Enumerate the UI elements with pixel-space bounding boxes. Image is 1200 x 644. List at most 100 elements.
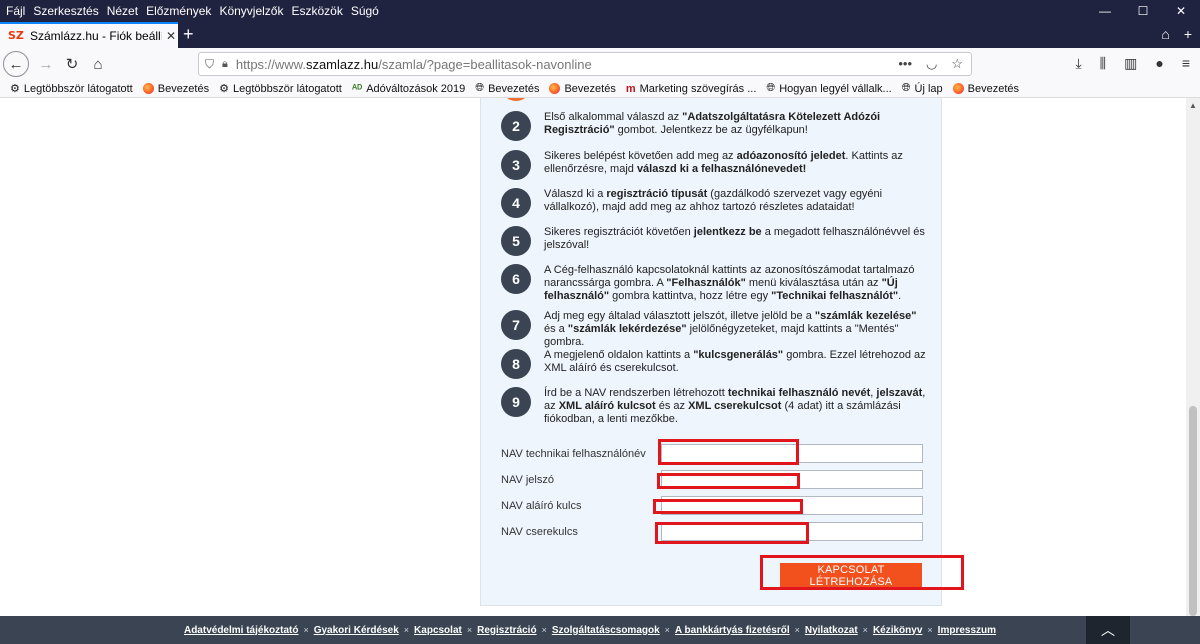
footer-separator: × xyxy=(664,625,670,635)
url-text[interactable]: https://www.szamlazz.hu/szamla/?page=bea… xyxy=(236,57,592,72)
new-tab-button[interactable]: + xyxy=(183,25,194,43)
step-text-emphasis: "Felhasználók" xyxy=(666,277,746,289)
bookmark-item[interactable]: Bevezetés xyxy=(952,83,1019,95)
page-actions-icon[interactable]: ••• xyxy=(898,56,912,72)
footer-link-privacy[interactable]: Adatvédelmi tájékoztató xyxy=(184,625,298,636)
bookmark-item[interactable]: 🌐︎ Új lap xyxy=(902,82,943,95)
step-text-emphasis: válaszd ki a felhasználónevedet! xyxy=(636,163,807,175)
step-text-emphasis: regisztráció típusát xyxy=(606,188,708,200)
step-text: Válaszd ki a regisztráció típusát (gazdá… xyxy=(544,188,929,214)
step-text-emphasis: "számlák lekérdezése" xyxy=(567,323,687,335)
footer-link-declaration[interactable]: Nyilatkozat xyxy=(805,625,858,636)
step-text-emphasis: XML aláíró kulcsot xyxy=(558,400,656,412)
reload-button[interactable]: ↻ xyxy=(59,51,85,77)
footer-link-card-payment[interactable]: A bankkártyás fizetésről xyxy=(675,625,790,636)
bookmark-item[interactable]: 🌐︎ Bevezetés xyxy=(475,82,539,95)
page-scrollbar[interactable]: ▲ xyxy=(1186,98,1200,616)
scroll-thumb[interactable] xyxy=(1189,406,1197,616)
bookmarks-bar: ⚙ Legtöbbször látogatott Bevezetés ⚙ Legtö… xyxy=(0,80,1200,98)
gear-icon: ⚙ xyxy=(219,83,229,95)
bookmark-item[interactable]: ᴬᴰ Adóváltozások 2019 xyxy=(352,83,465,95)
step-text-segment: A megjelenő oldalon kattints a xyxy=(544,349,694,361)
bookmark-item[interactable]: Bevezetés xyxy=(142,83,209,95)
lock-icon[interactable]: 🔒︎ xyxy=(222,58,228,71)
m-icon: m xyxy=(625,82,636,95)
password-label: NAV jelszó xyxy=(501,474,554,486)
step-number: 4 xyxy=(501,188,531,218)
forward-button[interactable]: → xyxy=(33,51,59,77)
step-number: 2 xyxy=(501,111,531,141)
menu-bookmarks[interactable]: Könyvjelzők xyxy=(215,4,287,18)
footer-link-manual[interactable]: Kézikönyv xyxy=(873,625,922,636)
bookmark-item[interactable]: 🌐︎ Hogyan legyél vállalk... xyxy=(766,82,891,95)
bookmark-star-icon[interactable]: ☆ xyxy=(951,56,963,72)
menu-edit[interactable]: Szerkesztés xyxy=(29,4,102,18)
url-bar[interactable]: ⛉ 🔒︎ https://www.szamlazz.hu/szamla/?pag… xyxy=(198,52,972,76)
menu-file[interactable]: Fájl xyxy=(0,4,29,18)
step-number: 7 xyxy=(501,310,531,340)
scroll-up-icon[interactable]: ▲ xyxy=(1186,98,1200,112)
add-icon[interactable]: + xyxy=(1184,26,1192,42)
highlight-box-username xyxy=(658,439,799,465)
footer-separator: × xyxy=(303,625,309,635)
step-text-segment: Adj meg egy általad választott jelszót, … xyxy=(544,310,815,322)
tracking-shield-icon[interactable]: ⛉ xyxy=(205,57,214,72)
menu-tools[interactable]: Eszközök xyxy=(287,4,346,18)
minimize-button[interactable]: — xyxy=(1086,0,1124,22)
bookmark-item[interactable]: Bevezetés xyxy=(549,83,616,95)
step-text: A megjelenő oldalon kattints a "kulcsgen… xyxy=(544,349,929,375)
footer-link-packages[interactable]: Szolgáltatáscsomagok xyxy=(552,625,660,636)
footer-link-imprint[interactable]: Impresszum xyxy=(938,625,996,636)
szamlazz-favicon-icon: SZ xyxy=(8,29,24,42)
step-text-emphasis: jelentkezz be xyxy=(693,226,762,238)
step-number: 6 xyxy=(501,264,531,294)
home-button[interactable]: ⌂ xyxy=(85,51,111,77)
step-text-segment: és az xyxy=(655,400,689,412)
footer-link-registration[interactable]: Regisztráció xyxy=(477,625,536,636)
footer-separator: × xyxy=(541,625,547,635)
globe-icon: 🌐︎ xyxy=(475,82,485,94)
step-text-segment: Első alkalommal válaszd az xyxy=(544,111,683,123)
scroll-to-top-button[interactable]: ︿ xyxy=(1086,616,1130,644)
step-text: Adj meg egy általad választott jelszót, … xyxy=(544,310,929,349)
step-text-segment: Írd be a NAV rendszerben létrehozott xyxy=(544,387,728,399)
bookmark-item[interactable]: m Marketing szövegírás ... xyxy=(626,83,757,95)
pocket-icon[interactable]: ◡ xyxy=(926,56,937,72)
account-icon[interactable]: ● xyxy=(1155,55,1163,72)
firefox-icon xyxy=(142,83,154,94)
close-window-button[interactable]: ✕ xyxy=(1162,0,1200,22)
menu-bar: Fájl Szerkesztés Nézet Előzmények Könyvj… xyxy=(0,0,1200,22)
toolbar-right: ⤓ ⫼ ▥ ● ≡ xyxy=(1075,55,1190,72)
back-button[interactable]: ← xyxy=(3,51,29,77)
step-text-segment: . xyxy=(898,290,902,302)
hamburger-menu-icon[interactable]: ≡ xyxy=(1182,55,1190,72)
maximize-button[interactable]: ☐ xyxy=(1124,0,1162,22)
menu-help[interactable]: Súgó xyxy=(347,4,383,18)
footer-links: Adatvédelmi tájékoztató × Gyakori Kérdése… xyxy=(0,616,1200,644)
step-text: Sikeres regisztrációt követően jelentkez… xyxy=(544,226,929,252)
menu-view[interactable]: Nézet xyxy=(103,4,142,18)
step-number: 3 xyxy=(501,150,531,180)
bookmark-item[interactable]: ⚙ Legtöbbször látogatott xyxy=(219,82,342,96)
globe-icon: 🌐︎ xyxy=(766,82,776,94)
highlight-box-password xyxy=(657,473,800,489)
bookmark-item[interactable]: ⚙ Legtöbbször látogatott xyxy=(10,82,133,96)
chevron-up-icon: ︿ xyxy=(1101,622,1115,638)
step-text-emphasis: jelszavát xyxy=(876,387,923,399)
close-tab-icon[interactable]: ✕ xyxy=(166,29,176,43)
download-icon[interactable]: ⤓ xyxy=(1075,55,1081,72)
sidebar-icon[interactable]: ▥ xyxy=(1124,55,1137,72)
library-icon[interactable]: ⫼ xyxy=(1100,55,1106,72)
footer-separator: × xyxy=(862,625,868,635)
step-number: 5 xyxy=(501,226,531,256)
tab-szamlazz[interactable]: SZ Számlázz.hu - Fiók beállítások ✕ xyxy=(0,22,178,48)
gear-icon: ⚙ xyxy=(10,83,20,95)
container-icon[interactable]: ⌂ xyxy=(1161,26,1169,42)
tab-strip: SZ Számlázz.hu - Fiók beállítások ✕ + ⌂ … xyxy=(0,22,1200,48)
footer-link-faq[interactable]: Gyakori Kérdések xyxy=(314,625,399,636)
username-label: NAV technikai felhasználónév xyxy=(501,448,646,460)
footer-link-contact[interactable]: Kapcsolat xyxy=(414,625,462,636)
footer-separator: × xyxy=(466,625,473,635)
menu-history[interactable]: Előzmények xyxy=(142,4,215,18)
step-text-segment: gombra kattintva, hozz létre egy xyxy=(609,290,772,302)
